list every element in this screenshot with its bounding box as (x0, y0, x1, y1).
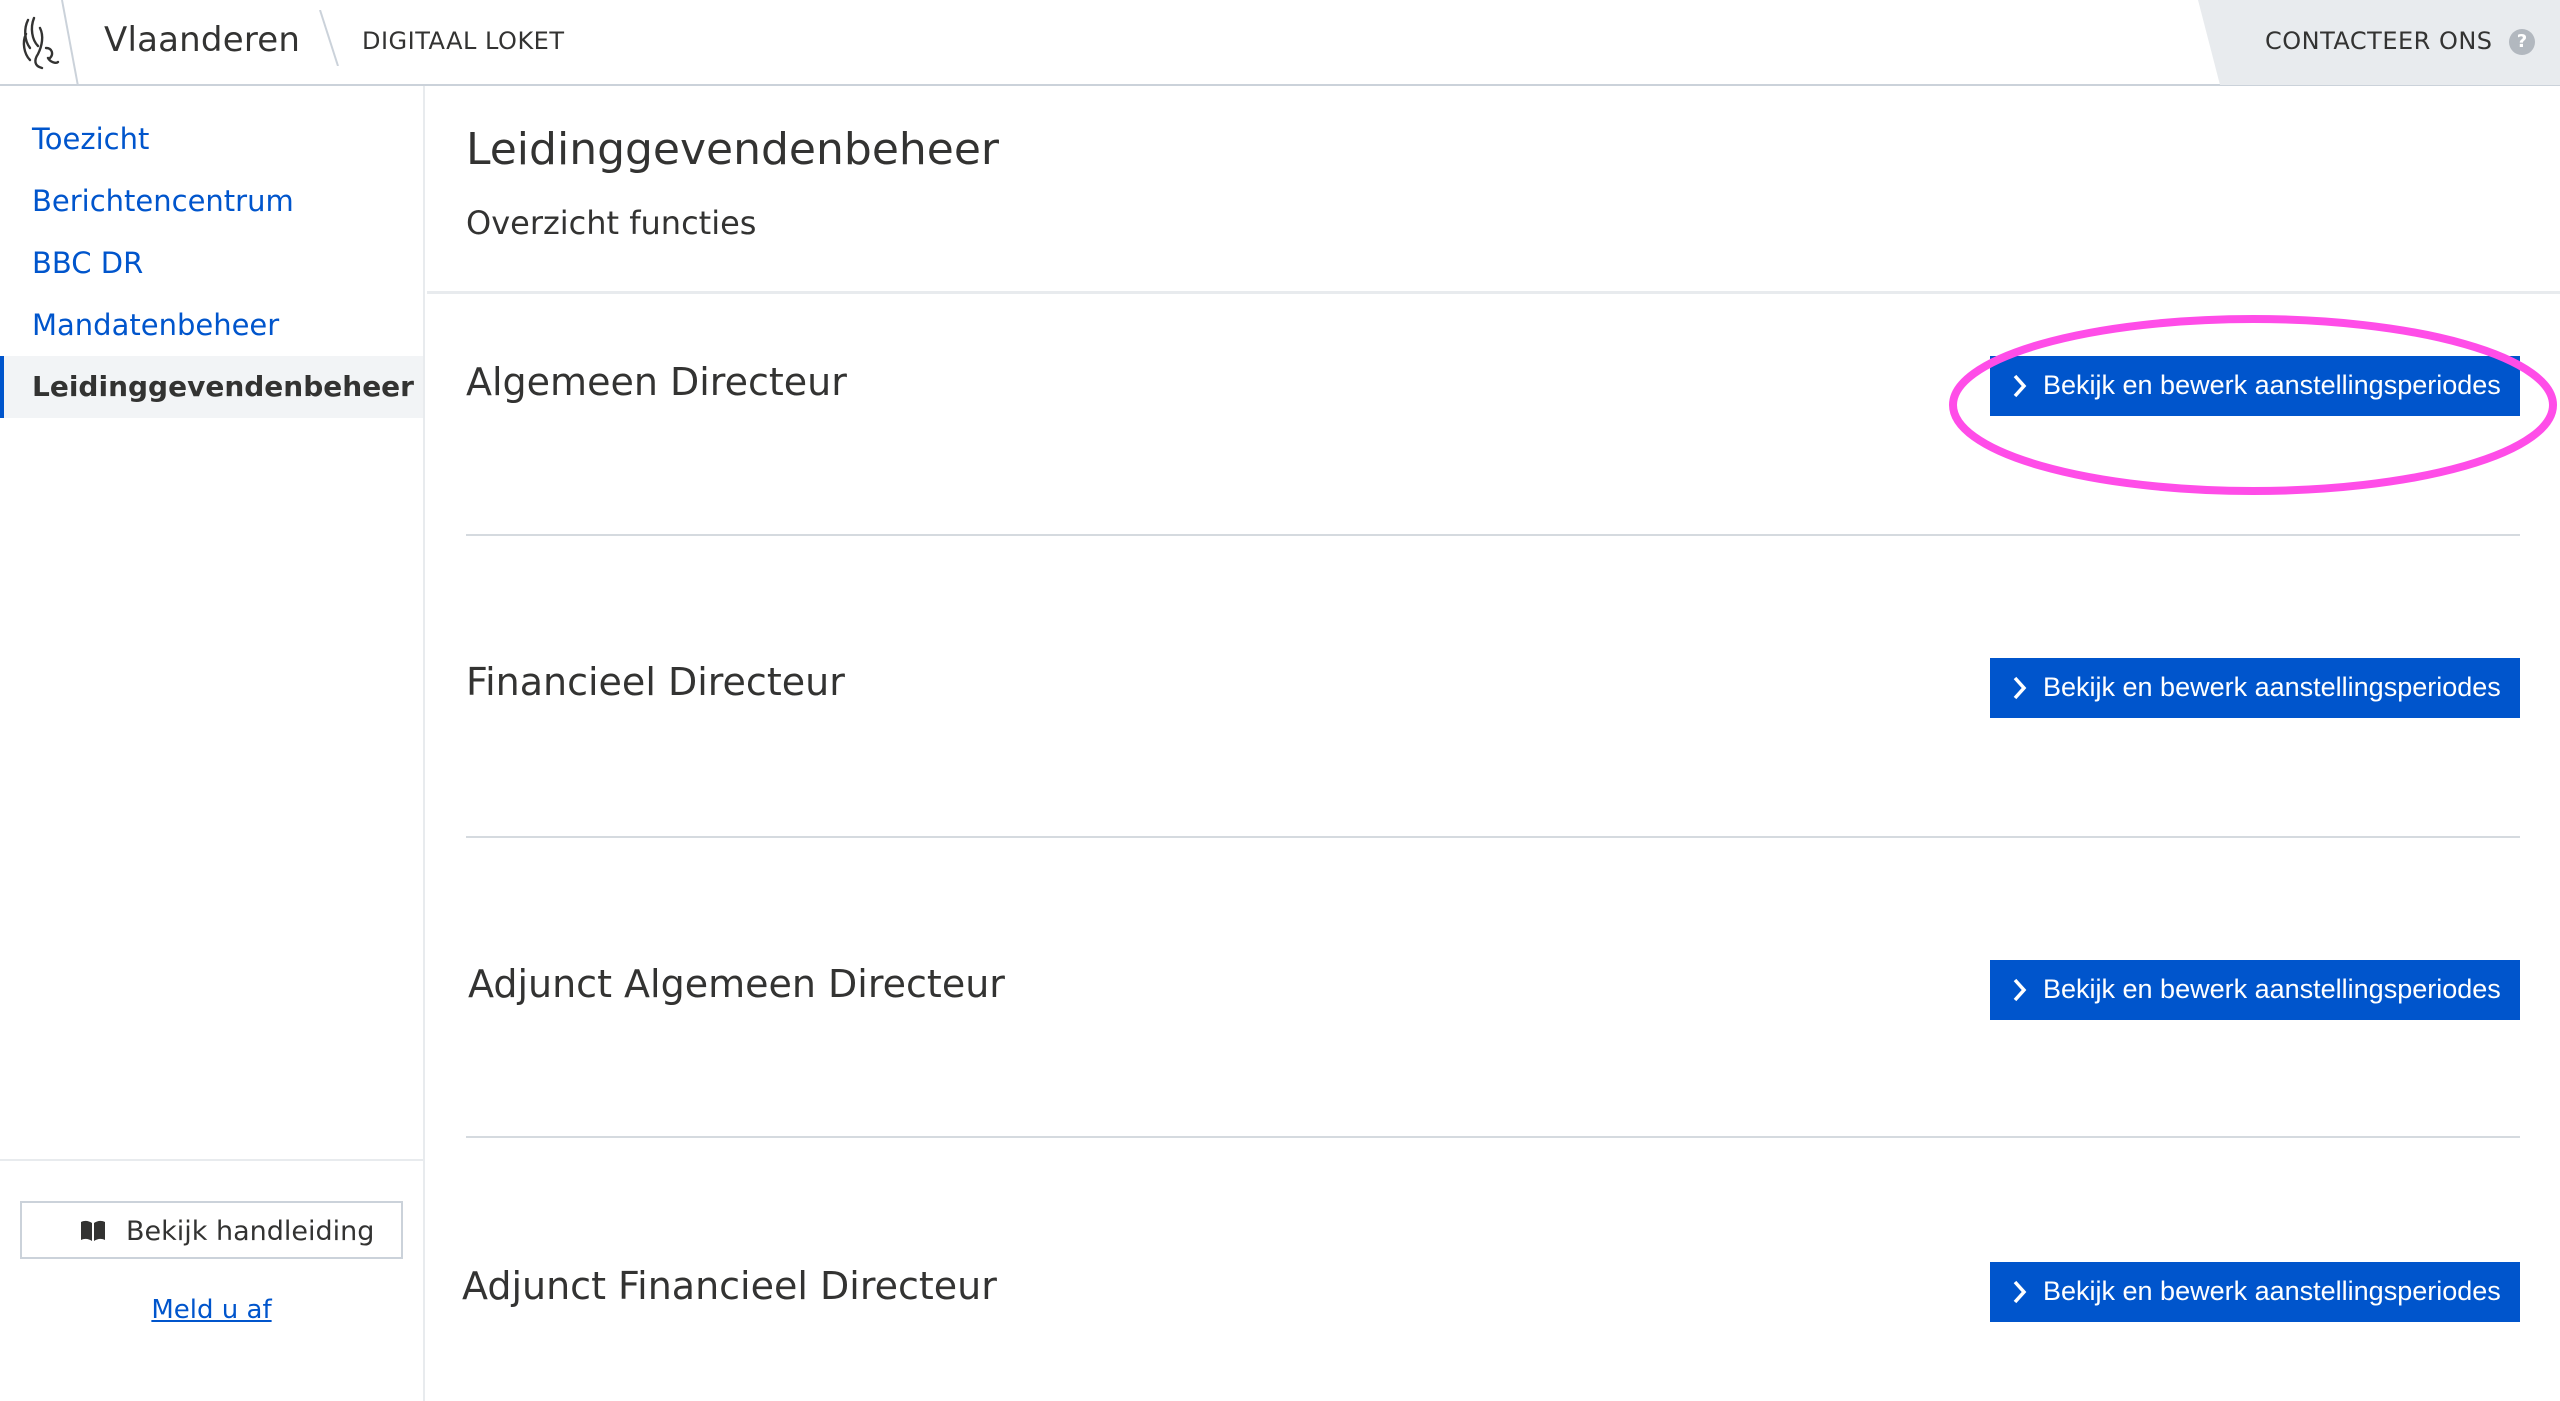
highlight-ellipse-annotation (1949, 315, 2557, 495)
sidebar-item-label: Berichtencentrum (32, 184, 294, 218)
book-icon (81, 1220, 105, 1241)
main-content: Leidinggevendenbeheer Overzicht functies… (427, 86, 2560, 1401)
logo-divider (61, 0, 79, 86)
sidebar-item-label: BBC DR (32, 246, 144, 280)
button-label: Bekijk en bewerk aanstellingsperiodes (2043, 974, 2501, 1004)
function-title: Adjunct Financieel Directeur (462, 1264, 997, 1308)
logout-link-label[interactable]: Meld u af (151, 1295, 271, 1325)
logout-link[interactable]: Meld u af (0, 1295, 423, 1325)
chevron-right-icon (2013, 1280, 2027, 1304)
function-row: Adjunct Algemeen Directeur Bekijk en bew… (466, 938, 2520, 1238)
view-edit-periods-button[interactable]: Bekijk en bewerk aanstellingsperiodes (1990, 1262, 2520, 1322)
view-edit-periods-button[interactable]: Bekijk en bewerk aanstellingsperiodes (1990, 658, 2520, 718)
brand-name[interactable]: Vlaanderen (104, 20, 300, 60)
flemish-lion-logo-icon[interactable] (20, 14, 62, 72)
row-divider (466, 534, 2520, 536)
help-icon: ? (2509, 29, 2535, 55)
app-name[interactable]: DIGITAAL LOKET (362, 27, 565, 55)
function-row: Adjunct Financieel Directeur Bekijk en b… (462, 1238, 2520, 1388)
button-label: Bekijk en bewerk aanstellingsperiodes (2043, 672, 2501, 702)
brand-divider (319, 10, 339, 66)
row-divider (466, 1136, 2520, 1138)
chevron-right-icon (2013, 676, 2027, 700)
sidebar-item-toezicht[interactable]: Toezicht (0, 108, 423, 170)
view-edit-periods-button[interactable]: Bekijk en bewerk aanstellingsperiodes (1990, 960, 2520, 1020)
function-title: Algemeen Directeur (466, 360, 847, 404)
title-divider (427, 291, 2560, 294)
button-label: Bekijk en bewerk aanstellingsperiodes (2043, 1276, 2501, 1306)
sidebar-item-label: Leidinggevendenbeheer (32, 370, 414, 403)
sidebar: Toezicht Berichtencentrum BBC DR Mandate… (0, 86, 425, 1401)
manual-button[interactable]: Bekijk handleiding (20, 1201, 403, 1259)
page-subtitle: Overzicht functies (466, 204, 757, 242)
contact-label: CONTACTEER ONS (2265, 27, 2493, 55)
manual-button-label: Bekijk handleiding (126, 1216, 375, 1247)
function-row: Financieel Directeur Bekijk en bewerk aa… (466, 636, 2520, 936)
sidebar-item-label: Mandatenbeheer (32, 308, 280, 342)
sidebar-item-mandatenbeheer[interactable]: Mandatenbeheer (0, 294, 423, 356)
page-title: Leidinggevendenbeheer (466, 124, 1000, 175)
function-title: Financieel Directeur (466, 660, 845, 704)
chevron-right-icon (2013, 978, 2027, 1002)
sidebar-footer-divider (0, 1159, 423, 1161)
function-title: Adjunct Algemeen Directeur (468, 962, 1005, 1006)
sidebar-item-label: Toezicht (32, 122, 150, 156)
sidebar-item-bbc-dr[interactable]: BBC DR (0, 232, 423, 294)
sidebar-item-leidinggevendenbeheer[interactable]: Leidinggevendenbeheer (0, 356, 423, 418)
site-header: Vlaanderen DIGITAAL LOKET CONTACTEER ONS… (0, 0, 2560, 86)
contact-button[interactable]: CONTACTEER ONS ? (2198, 0, 2560, 85)
row-divider (466, 836, 2520, 838)
sidebar-item-berichtencentrum[interactable]: Berichtencentrum (0, 170, 423, 232)
